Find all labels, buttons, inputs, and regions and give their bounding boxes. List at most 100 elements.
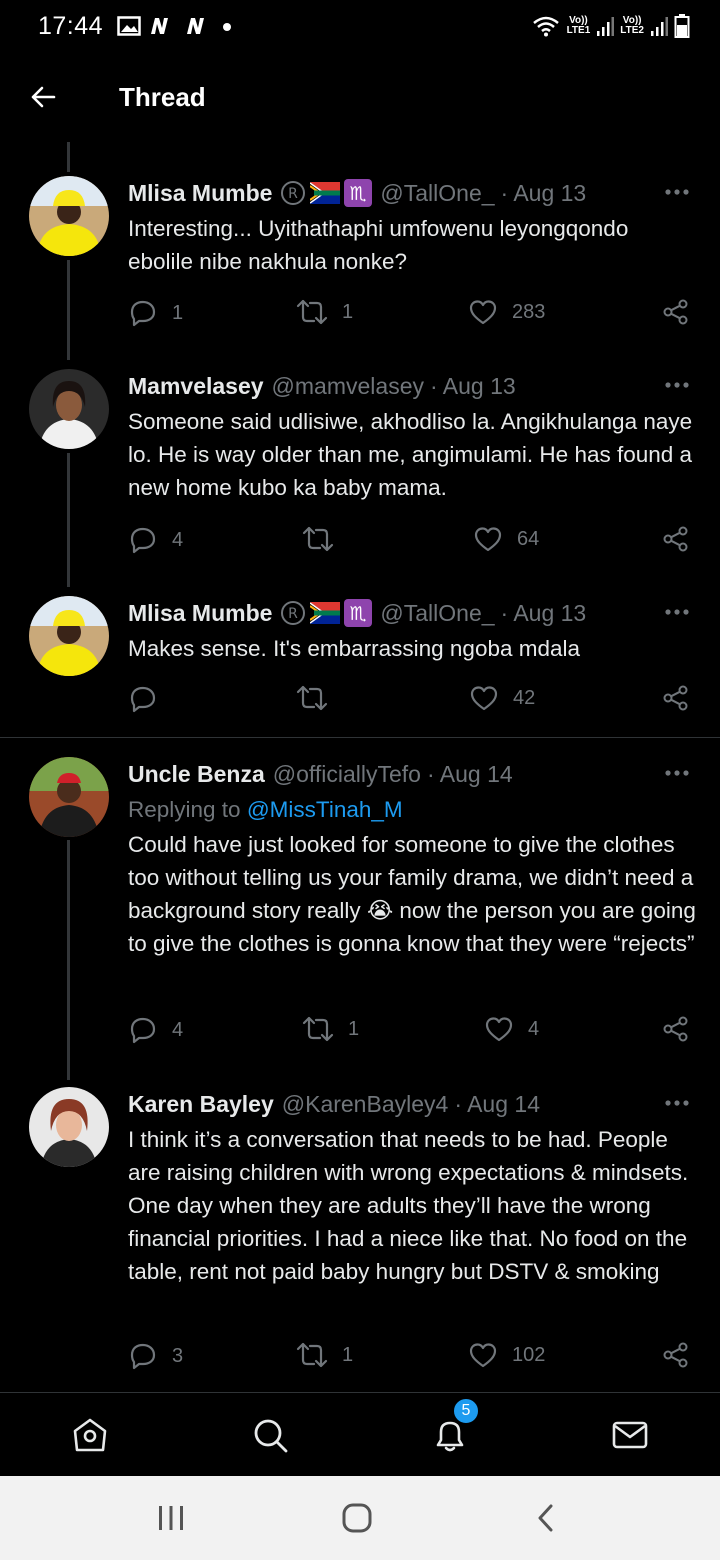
scorpio-icon: ♏ (344, 179, 373, 207)
back-system-button[interactable] (534, 1502, 558, 1534)
tweet-date[interactable]: · Aug 13 (501, 600, 587, 627)
share-button[interactable] (662, 1015, 690, 1043)
author-handle[interactable]: @mamvelasey (272, 373, 424, 400)
battery-icon (674, 14, 690, 38)
like-count: 283 (512, 300, 546, 323)
tweet-date[interactable]: · Aug 13 (501, 180, 587, 207)
author-handle[interactable]: @KarenBayley4 (282, 1091, 449, 1118)
tweet[interactable]: Mlisa Mumbe R ♏ @TallOne_ · Aug 13 Inter… (0, 172, 720, 352)
avatar[interactable] (29, 757, 109, 837)
more-options-icon[interactable] (664, 375, 690, 395)
back-button[interactable] (0, 52, 86, 142)
author-handle[interactable]: @TallOne_ (380, 180, 494, 207)
author-name[interactable]: Mlisa Mumbe (128, 600, 272, 627)
reply-button[interactable] (128, 684, 172, 714)
mail-icon (612, 1421, 648, 1449)
tweet-date[interactable]: · Aug 14 (427, 761, 513, 788)
tweet[interactable]: Mamvelasey @mamvelasey · Aug 13 Someone … (0, 365, 720, 575)
tweet-header: Mamvelasey @mamvelasey · Aug 13 (128, 371, 696, 401)
share-icon (663, 685, 688, 711)
like-button[interactable]: 4 (484, 1015, 539, 1043)
like-button[interactable]: 102 (468, 1341, 545, 1369)
retweet-button[interactable]: 1 (296, 298, 353, 326)
heart-icon (470, 686, 498, 711)
notification-badge: 5 (452, 1397, 480, 1425)
like-button[interactable]: 42 (469, 684, 535, 712)
retweet-icon (302, 526, 334, 552)
reply-button[interactable]: 4 (128, 525, 183, 555)
reply-button[interactable]: 1 (128, 298, 183, 328)
more-options-icon[interactable] (664, 602, 690, 622)
reply-icon (130, 300, 156, 327)
avatar[interactable] (29, 1087, 109, 1167)
avatar-image-icon (29, 369, 109, 449)
tweet-body: Mlisa Mumbe R ♏ @TallOne_ · Aug 13 Makes… (128, 598, 696, 665)
lte2-indicator: Vo)) LTE2 (620, 15, 644, 36)
tweet-actions: 42 (128, 684, 696, 720)
nav-search[interactable] (250, 1415, 290, 1455)
south-africa-flag-icon (310, 602, 341, 624)
arrow-left-icon (31, 86, 56, 108)
scorpio-icon: ♏ (344, 599, 373, 627)
avatar[interactable] (29, 176, 109, 256)
nav-home[interactable] (70, 1415, 110, 1455)
thread-line (67, 142, 70, 172)
tweet-header: Mlisa Mumbe R ♏ @TallOne_ · Aug 13 (128, 178, 696, 208)
signal-icon (597, 17, 615, 36)
tweet-date[interactable]: · Aug 13 (430, 373, 516, 400)
tweet[interactable]: Mlisa Mumbe R ♏ @TallOne_ · Aug 13 Makes… (0, 592, 720, 732)
avatar[interactable] (29, 369, 109, 449)
retweet-button[interactable]: 1 (302, 1015, 359, 1043)
tweet-date[interactable]: · Aug 14 (454, 1091, 540, 1118)
home-icon (73, 1418, 107, 1452)
like-button[interactable]: 283 (468, 298, 545, 326)
reply-button[interactable]: 3 (128, 1341, 183, 1371)
divider (0, 737, 720, 738)
tweet-text: I think it’s a conversation that needs t… (128, 1127, 689, 1284)
more-options-icon[interactable] (664, 182, 690, 202)
avatar[interactable] (29, 596, 109, 676)
author-name[interactable]: Uncle Benza (128, 761, 265, 788)
replying-to: Replying to @MissTinah_M (128, 797, 403, 822)
retweet-button[interactable] (302, 525, 348, 553)
nav-notifications[interactable]: 5 (430, 1397, 480, 1455)
replying-to-mention[interactable]: @MissTinah_M (247, 797, 403, 822)
tweet[interactable]: Uncle Benza @officiallyTefo · Aug 14 Rep… (0, 755, 720, 1065)
share-button[interactable] (662, 298, 690, 326)
status-system-icons: Vo)) LTE1 Vo)) LTE2 (531, 13, 690, 39)
recent-apps-button[interactable] (156, 1502, 186, 1534)
more-notifications-dot-icon (223, 23, 232, 31)
registered-icon: R (281, 601, 306, 625)
tweet-text: Interesting... Uyithathaphi umfowenu ley… (128, 216, 629, 274)
like-button[interactable]: 64 (473, 525, 539, 553)
tweet-body: Mamvelasey @mamvelasey · Aug 13 Someone … (128, 371, 696, 504)
news-app-icon (151, 18, 169, 34)
author-handle[interactable]: @officiallyTefo (273, 761, 421, 788)
nav-messages[interactable] (610, 1415, 650, 1455)
status-time: 17:44 (38, 11, 104, 40)
system-navigation-bar (0, 1476, 720, 1560)
tweet-header: Mlisa Mumbe R ♏ @TallOne_ · Aug 13 (128, 598, 696, 628)
share-button[interactable] (662, 1341, 690, 1369)
home-system-button[interactable] (341, 1502, 373, 1534)
author-name[interactable]: Mamvelasey (128, 373, 264, 400)
more-options-icon[interactable] (664, 1093, 690, 1113)
author-handle[interactable]: @TallOne_ (380, 600, 494, 627)
svg-text:R: R (289, 606, 299, 622)
heart-icon (469, 300, 497, 325)
avatar-image-icon (29, 596, 109, 676)
reply-button[interactable]: 4 (128, 1015, 183, 1045)
share-button[interactable] (662, 525, 690, 553)
share-icon (663, 1016, 688, 1042)
retweet-button[interactable]: 1 (296, 1341, 353, 1369)
author-name[interactable]: Karen Bayley (128, 1091, 274, 1118)
retweet-button[interactable] (296, 684, 342, 712)
tweet-text: Someone said udlisiwe, akhodliso la. Ang… (128, 409, 693, 500)
tweet-actions: 4 64 (128, 525, 696, 561)
share-button[interactable] (662, 684, 690, 712)
tweet[interactable]: Karen Bayley @KarenBayley4 · Aug 14 I th… (0, 1085, 720, 1385)
more-options-icon[interactable] (664, 763, 690, 783)
recent-apps-icon (159, 1506, 183, 1530)
author-name[interactable]: Mlisa Mumbe (128, 180, 272, 207)
retweet-icon (296, 685, 328, 711)
